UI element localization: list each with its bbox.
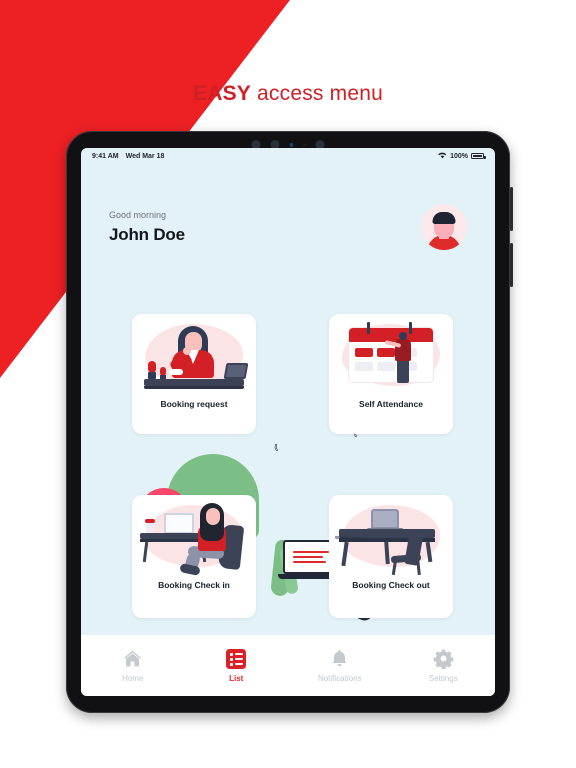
status-bar: 9:41 AM Wed Mar 18 100% bbox=[81, 148, 495, 164]
calendar-header bbox=[349, 328, 433, 342]
avatar[interactable] bbox=[421, 204, 467, 250]
laptop-text-line bbox=[293, 550, 329, 554]
poster-canvas: EASY access menu 9:41 AM Wed Mar 18 100%… bbox=[0, 0, 576, 768]
booking-request-illustration bbox=[132, 314, 256, 396]
calendar-ring-2 bbox=[409, 322, 412, 334]
indicator-led-icon bbox=[289, 142, 294, 147]
home-icon bbox=[122, 648, 143, 669]
greeting-user-name: John Doe bbox=[109, 224, 185, 244]
calendar-ring bbox=[367, 322, 370, 334]
calendar-shape bbox=[349, 322, 433, 382]
laptop-text-line bbox=[293, 555, 323, 559]
laptop-icon bbox=[164, 513, 194, 534]
status-time: 9:41 AM bbox=[92, 152, 119, 160]
desk-leg-shape bbox=[142, 541, 149, 563]
tab-label: Settings bbox=[428, 674, 458, 683]
volume-down-button[interactable] bbox=[510, 243, 513, 287]
laptop-text-line bbox=[293, 560, 327, 564]
menu-card-label: Booking Check in bbox=[158, 580, 230, 590]
tab-notifications[interactable]: Notifications bbox=[288, 648, 392, 683]
menu-card-label: Booking request bbox=[160, 399, 228, 409]
page-title-light: access menu bbox=[251, 82, 383, 105]
microphone-icon bbox=[303, 143, 306, 146]
page-title: EASY access menu bbox=[0, 82, 576, 106]
self-attendance-illustration bbox=[329, 314, 453, 396]
woman-face bbox=[206, 508, 220, 525]
tab-label: Home bbox=[122, 674, 144, 683]
laptop-icon bbox=[371, 509, 399, 529]
desk-edge-shape bbox=[144, 386, 244, 389]
bell-icon bbox=[329, 648, 350, 669]
plant-pot-shape-2 bbox=[160, 375, 166, 379]
woman-cuff bbox=[169, 369, 183, 375]
menu-card-label: Self Attendance bbox=[359, 399, 423, 409]
person-head bbox=[399, 332, 407, 340]
calendar-cell bbox=[377, 362, 395, 371]
list-icon bbox=[226, 648, 247, 669]
greeting-subtitle: Good morning bbox=[109, 209, 167, 220]
menu-card-self-attendance[interactable]: Self Attendance bbox=[329, 314, 453, 434]
volume-up-button[interactable] bbox=[510, 187, 513, 231]
laptop-icon bbox=[223, 363, 249, 379]
battery-full-icon bbox=[471, 153, 486, 159]
tab-label: List bbox=[229, 673, 244, 683]
menu-card-booking-check-out[interactable]: Booking Check out bbox=[329, 495, 453, 618]
menu-card-booking-check-in[interactable]: Booking Check in bbox=[132, 495, 256, 618]
calendar-cell bbox=[355, 362, 373, 371]
greeting-header: Good morning John Doe bbox=[81, 204, 495, 250]
calendar-cell bbox=[377, 348, 395, 357]
bird-icon: ⟪ bbox=[273, 442, 279, 453]
tab-home[interactable]: Home bbox=[81, 648, 185, 683]
tab-list[interactable]: List bbox=[185, 648, 289, 683]
menu-card-booking-request[interactable]: Booking request bbox=[132, 314, 256, 434]
booking-check-in-illustration bbox=[132, 495, 256, 577]
booking-check-out-illustration bbox=[329, 495, 453, 577]
battery-percent-label: 100% bbox=[450, 152, 468, 160]
tab-label: Notifications bbox=[317, 674, 362, 683]
gear-icon bbox=[433, 648, 454, 670]
person-legs bbox=[397, 359, 409, 383]
plant-pot-shape bbox=[148, 372, 156, 379]
grass-blade-shape-2 bbox=[279, 547, 299, 595]
status-date: Wed Mar 18 bbox=[125, 152, 165, 160]
page-title-strong: EASY bbox=[193, 82, 252, 105]
bottom-tab-bar: Home List Notifications Settings bbox=[81, 635, 495, 696]
calendar-cell bbox=[355, 348, 373, 357]
cup-lid-shape bbox=[145, 519, 155, 523]
tab-settings[interactable]: Settings bbox=[392, 648, 496, 683]
woman-hand bbox=[183, 347, 191, 355]
desk-shape bbox=[144, 379, 244, 386]
wifi-icon bbox=[438, 152, 447, 161]
status-bar-left: 9:41 AM Wed Mar 18 bbox=[92, 153, 164, 160]
menu-card-label: Booking Check out bbox=[352, 580, 430, 590]
grass-blade-shape bbox=[270, 539, 294, 597]
greeting-text-block: Good morning John Doe bbox=[109, 210, 185, 245]
status-bar-right: 100% bbox=[438, 152, 486, 161]
tablet-device-frame: 9:41 AM Wed Mar 18 100% Good morning Joh… bbox=[66, 131, 513, 713]
avatar-hair bbox=[432, 212, 456, 224]
tablet-screen: 9:41 AM Wed Mar 18 100% Good morning Joh… bbox=[81, 148, 495, 696]
